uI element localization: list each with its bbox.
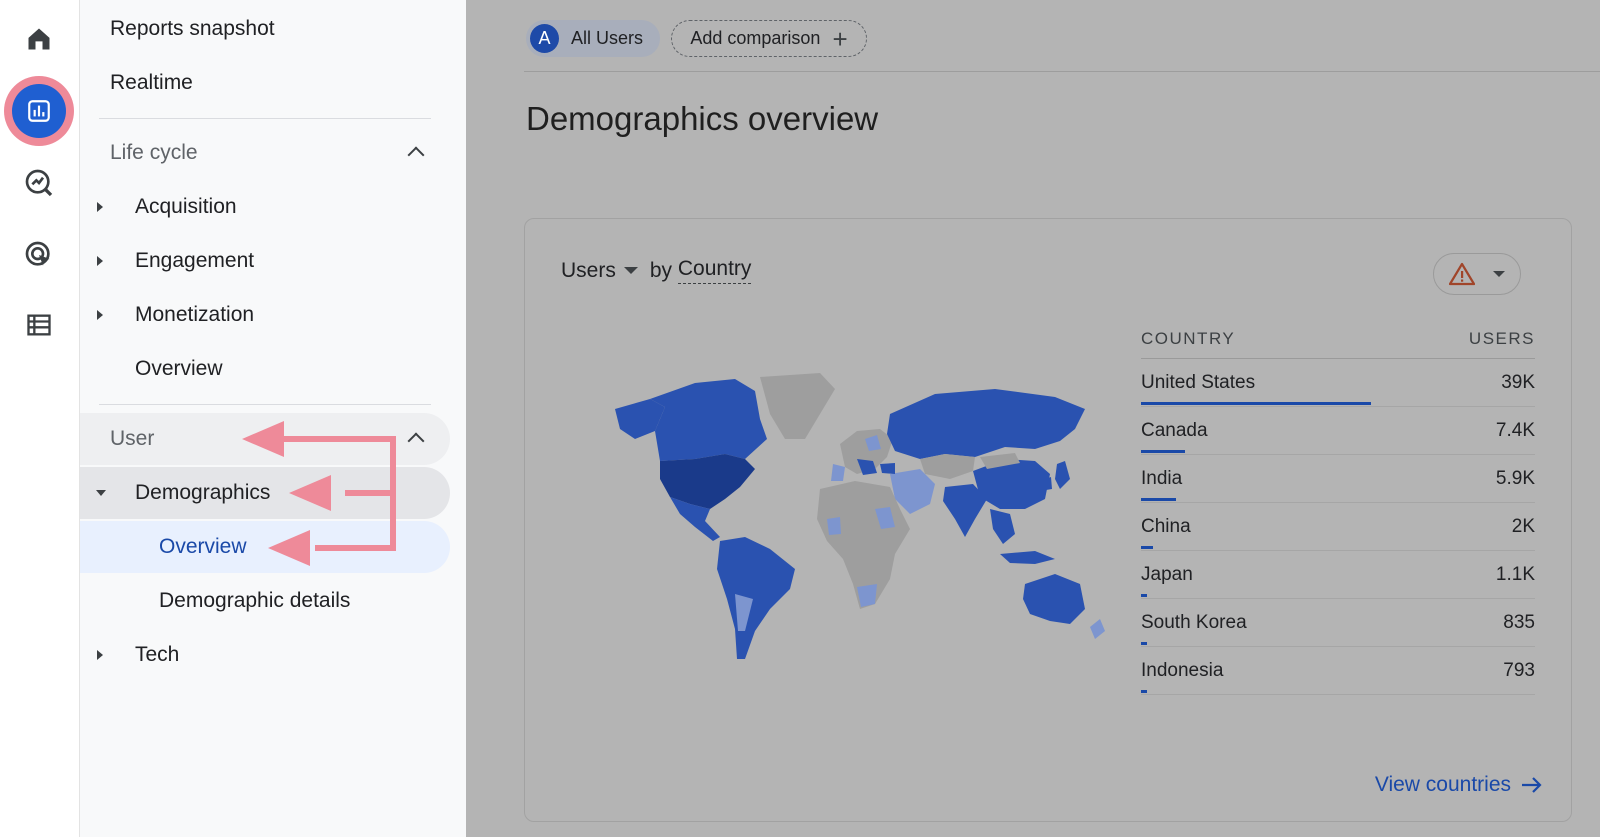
collapse-arrow-icon — [96, 490, 106, 496]
users-bar — [1141, 690, 1147, 693]
reports-icon[interactable] — [12, 84, 66, 138]
chevron-up-icon — [407, 146, 425, 164]
users-cell: 1.1K — [1495, 563, 1535, 585]
nav-realtime[interactable]: Realtime — [80, 57, 450, 109]
all-users-chip[interactable]: A All Users — [526, 20, 660, 57]
configure-icon[interactable] — [16, 302, 62, 348]
chip-label: All Users — [571, 28, 644, 48]
expand-arrow-icon — [97, 650, 103, 660]
nav-label: Tech — [135, 643, 180, 666]
expand-arrow-icon — [97, 256, 103, 266]
link-label: View countries — [1374, 773, 1511, 796]
nav-engagement[interactable]: Engagement — [80, 235, 450, 287]
left-rail — [0, 0, 80, 837]
data-quality-button[interactable] — [1433, 253, 1521, 295]
table-row[interactable]: South Korea 835 — [1141, 599, 1535, 647]
view-countries-link[interactable]: View countries — [1375, 773, 1543, 797]
divider — [99, 404, 431, 405]
users-bar — [1141, 642, 1147, 645]
table-row[interactable]: Indonesia 793 — [1141, 647, 1535, 695]
country-cell: South Korea — [1141, 611, 1247, 633]
country-cell: India — [1141, 467, 1183, 489]
table-row[interactable]: Canada 7.4K — [1141, 407, 1535, 455]
nav-label: Acquisition — [135, 195, 237, 218]
warning-icon — [1449, 262, 1475, 286]
nav-label: Realtime — [110, 71, 193, 94]
nav-demographics[interactable]: Demographics — [80, 467, 450, 519]
nav-label: Overview — [159, 535, 247, 558]
expand-arrow-icon — [97, 310, 103, 320]
users-bar — [1141, 450, 1185, 453]
country-column-header: COUNTRY — [1141, 328, 1236, 348]
home-icon[interactable] — [16, 16, 62, 62]
main-content: A All Users Add comparison + Demographic… — [466, 0, 1600, 837]
table-header: COUNTRY USERS — [1141, 319, 1535, 359]
card-header: Users by Country — [561, 257, 752, 284]
users-bar — [1141, 594, 1148, 597]
nav-label: Engagement — [135, 249, 255, 272]
metric-selector[interactable]: Users — [561, 259, 616, 283]
plus-icon: + — [832, 23, 848, 54]
expand-arrow-icon — [97, 202, 103, 212]
reports-sidebar: Reports snapshot Realtime Life cycle Acq… — [80, 0, 466, 837]
nav-reports-snapshot[interactable]: Reports snapshot — [80, 3, 450, 55]
table-body: United States 39K Canada 7.4K India 5.9K China… — [1141, 359, 1535, 695]
nav-label: Monetization — [135, 303, 255, 326]
button-label: Add comparison — [690, 28, 821, 48]
explore-icon[interactable] — [16, 160, 62, 206]
nav-monetization[interactable]: Monetization — [80, 289, 450, 341]
dimension-selector[interactable]: Country — [677, 257, 752, 284]
world-map[interactable] — [595, 369, 1135, 669]
nav-tech[interactable]: Tech — [80, 629, 450, 681]
divider — [524, 71, 1600, 72]
nav-demographics-overview[interactable]: Overview — [80, 521, 450, 573]
country-cell: Indonesia — [1141, 659, 1224, 681]
users-cell: 7.4K — [1495, 419, 1535, 441]
users-bar — [1141, 546, 1153, 549]
chevron-up-icon — [407, 432, 425, 450]
avatar: A — [530, 24, 559, 53]
arrow-right-icon — [1522, 777, 1542, 793]
by-label: by — [649, 258, 673, 282]
section-lifecycle[interactable]: Life cycle — [80, 127, 450, 179]
add-comparison-button[interactable]: Add comparison + — [671, 20, 867, 57]
country-table: COUNTRY USERS United States 39K Canada 7.4K… — [1141, 319, 1535, 695]
nav-demographic-details[interactable]: Demographic details — [80, 575, 450, 627]
nav-label: Demographic details — [159, 589, 351, 612]
nav-lifecycle-overview[interactable]: Overview — [80, 343, 450, 395]
country-cell: Japan — [1141, 563, 1193, 585]
users-cell: 5.9K — [1495, 467, 1535, 489]
users-cell: 835 — [1503, 611, 1535, 633]
country-cell: Canada — [1141, 419, 1208, 441]
users-column-header: USERS — [1468, 328, 1535, 348]
country-cell: China — [1141, 515, 1191, 537]
users-cell: 39K — [1501, 371, 1535, 393]
users-cell: 2K — [1511, 515, 1535, 537]
users-bar — [1141, 402, 1371, 405]
section-user[interactable]: User — [80, 413, 450, 465]
dropdown-arrow-icon[interactable] — [623, 267, 638, 274]
country-cell: United States — [1141, 371, 1256, 393]
nav-label: Demographics — [135, 481, 271, 504]
table-row[interactable]: India 5.9K — [1141, 455, 1535, 503]
advertising-icon[interactable] — [16, 232, 62, 278]
page-title: Demographics overview — [526, 100, 879, 137]
section-label: Life cycle — [110, 141, 198, 164]
dropdown-arrow-icon — [1493, 271, 1505, 277]
users-bar — [1141, 498, 1176, 501]
users-by-country-card: Users by Country COUNTRY USERS United St… — [524, 218, 1572, 822]
nav-label: Overview — [135, 357, 223, 380]
table-row[interactable]: Japan 1.1K — [1141, 551, 1535, 599]
users-cell: 793 — [1503, 659, 1535, 681]
nav-label: Reports snapshot — [110, 17, 275, 40]
nav-acquisition[interactable]: Acquisition — [80, 181, 450, 233]
divider — [99, 118, 431, 119]
table-row[interactable]: United States 39K — [1141, 359, 1535, 407]
section-label: User — [110, 427, 155, 450]
table-row[interactable]: China 2K — [1141, 503, 1535, 551]
